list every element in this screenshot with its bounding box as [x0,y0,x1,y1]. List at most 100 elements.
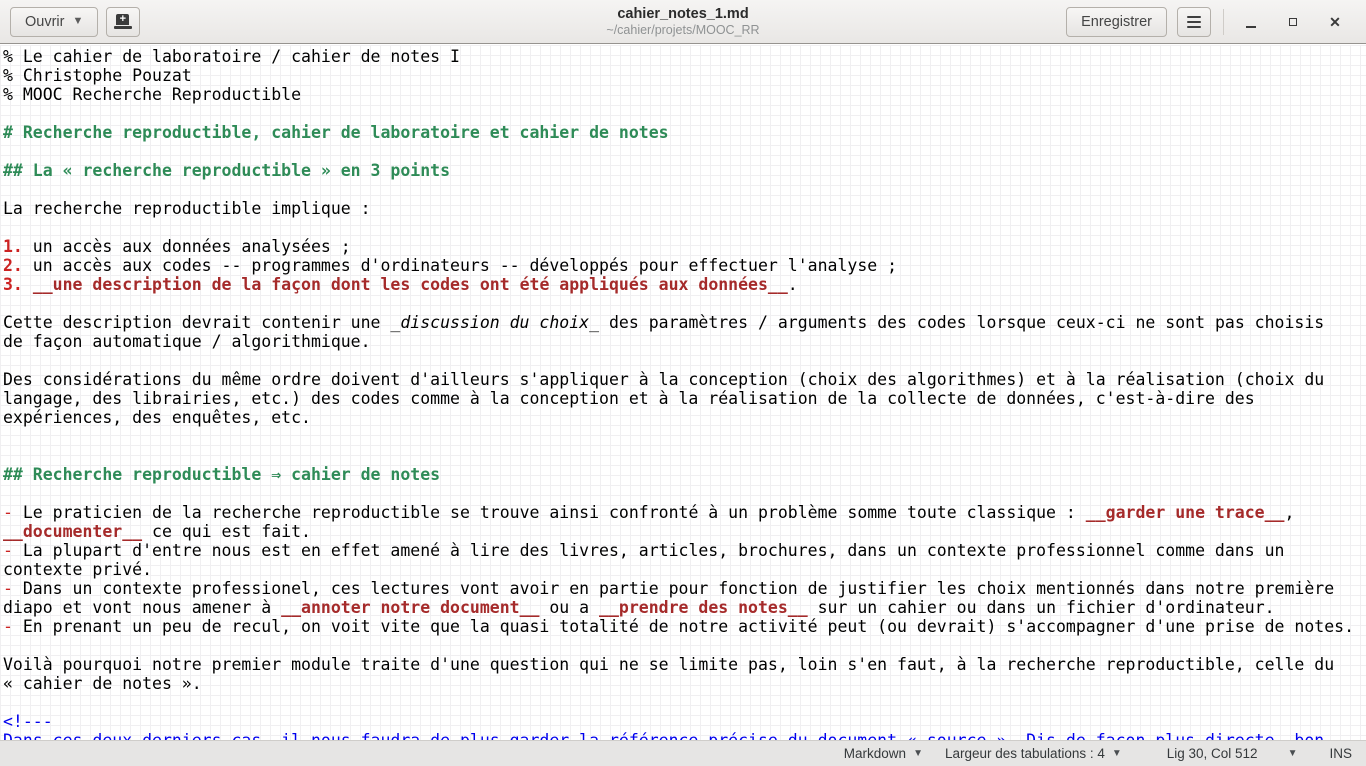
text-run[interactable]: _discussion du choix_ [390,313,599,332]
editor-line[interactable] [3,218,1366,237]
editor-line[interactable] [3,484,1366,503]
new-document-button[interactable]: + [106,7,140,37]
text-run[interactable]: Voilà pourquoi notre premier module trai… [3,655,1334,674]
text-run[interactable]: ou a [539,598,599,617]
editor-line[interactable]: Cette description devrait contenir une _… [3,313,1366,332]
editor-line[interactable]: # Recherche reproductible, cahier de lab… [3,123,1366,142]
editor-line[interactable] [3,294,1366,313]
editor-line[interactable] [3,636,1366,655]
editor-line[interactable] [3,142,1366,161]
menu-button[interactable] [1177,7,1211,37]
text-run[interactable]: - [3,541,13,560]
language-selector[interactable]: Markdown ▼ [844,746,923,761]
text-run[interactable]: La plupart d'entre nous est en effet ame… [13,541,1285,560]
text-run[interactable]: diapo et vont nous amener à [3,598,281,617]
chevron-down-icon: ▼ [1112,749,1122,759]
text-run[interactable]: 2. [3,256,23,275]
text-run[interactable]: Des considérations du même ordre doivent… [3,370,1324,389]
text-run[interactable]: La recherche reproductible implique : [3,199,371,218]
editor-line[interactable]: contexte privé. [3,560,1366,579]
text-run[interactable]: En prenant un peu de recul, on voit vite… [13,617,1354,636]
text-run[interactable]: __garder une trace__ [1086,503,1285,522]
editor-line[interactable]: 2. un accès aux codes -- programmes d'or… [3,256,1366,275]
text-run[interactable]: __une description de la façon dont les c… [33,275,788,294]
text-run[interactable]: un accès aux données analysées ; [23,237,351,256]
text-run[interactable]: langage, des librairies, etc.) des codes… [3,389,1255,408]
text-run[interactable]: « cahier de notes ». [3,674,202,693]
text-editor-area[interactable]: % Le cahier de laboratoire / cahier de n… [0,45,1366,740]
status-bar: Markdown ▼ Largeur des tabulations : 4 ▼… [0,740,1366,766]
editor-line[interactable] [3,446,1366,465]
editor-line[interactable]: ## Recherche reproductible ⇒ cahier de n… [3,465,1366,484]
editor-line[interactable] [3,351,1366,370]
tab-width-selector[interactable]: Largeur des tabulations : 4 ▼ [945,746,1122,761]
text-run[interactable]: % Le cahier de laboratoire / cahier de n… [3,47,460,66]
open-button[interactable]: Ouvrir ▼ [10,7,98,37]
text-run[interactable]: % Christophe Pouzat [3,66,192,85]
maximize-button[interactable] [1272,5,1314,39]
text-run[interactable]: <!--- [3,712,53,731]
text-run[interactable]: , [1284,503,1294,522]
text-run[interactable]: expériences, des enquêtes, etc. [3,408,311,427]
text-run[interactable]: contexte privé. [3,560,152,579]
text-run[interactable]: ## La « recherche reproductible » en 3 p… [3,161,450,180]
text-run[interactable]: Dans un contexte professionel, ces lectu… [13,579,1334,598]
editor-line[interactable]: % MOOC Recherche Reproductible [3,85,1366,104]
editor-line[interactable]: - Dans un contexte professionel, ces lec… [3,579,1366,598]
text-run[interactable]: sur un cahier ou dans un fichier d'ordin… [808,598,1275,617]
editor-line[interactable]: % Le cahier de laboratoire / cahier de n… [3,47,1366,66]
editor-line[interactable]: expériences, des enquêtes, etc. [3,408,1366,427]
text-run[interactable]: __documenter__ [3,522,142,541]
text-run[interactable]: de façon automatique / algorithmique. [3,332,371,351]
text-run[interactable]: des paramètres / arguments des codes lor… [599,313,1324,332]
text-run[interactable]: . [788,275,798,294]
text-run[interactable]: 1. [3,237,23,256]
gedit-window: Ouvrir ▼ + cahier_notes_1.md ~/cahier/pr… [0,0,1366,766]
editor-line[interactable]: Dans ces deux derniers cas, il nous faud… [3,731,1366,740]
editor-line[interactable]: 1. un accès aux données analysées ; [3,237,1366,256]
text-run[interactable]: Dans ces deux derniers cas, il nous faud… [3,731,1324,740]
text-run[interactable]: Cette description devrait contenir une [3,313,390,332]
editor-line[interactable]: de façon automatique / algorithmique. [3,332,1366,351]
editor-line[interactable]: « cahier de notes ». [3,674,1366,693]
editor-line[interactable]: __documenter__ ce qui est fait. [3,522,1366,541]
minimize-button[interactable] [1230,5,1272,39]
editor-line[interactable]: Des considérations du même ordre doivent… [3,370,1366,389]
text-run[interactable]: 3. [3,275,23,294]
text-run[interactable] [23,275,33,294]
header-right-group: Enregistrer ✕ [1066,5,1356,39]
text-run[interactable]: ## Recherche reproductible ⇒ cahier de n… [3,465,440,484]
text-run[interactable]: un accès aux codes -- programmes d'ordin… [23,256,897,275]
editor-line[interactable]: - Le praticien de la recherche reproduct… [3,503,1366,522]
editor-line[interactable] [3,180,1366,199]
editor-line[interactable]: - La plupart d'entre nous est en effet a… [3,541,1366,560]
editor-line[interactable]: diapo et vont nous amener à __annoter no… [3,598,1366,617]
save-button[interactable]: Enregistrer [1066,7,1167,37]
save-button-label: Enregistrer [1081,14,1152,30]
editor-line[interactable]: % Christophe Pouzat [3,66,1366,85]
cursor-position-label: Lig 30, Col 512 [1167,746,1258,761]
text-run[interactable]: ce qui est fait. [142,522,311,541]
editor-line[interactable] [3,104,1366,123]
editor-line[interactable] [3,427,1366,446]
editor-line[interactable]: Voilà pourquoi notre premier module trai… [3,655,1366,674]
text-run[interactable]: # Recherche reproductible, cahier de lab… [3,123,669,142]
editor-line[interactable] [3,693,1366,712]
text-run[interactable]: - [3,503,13,522]
text-run[interactable]: % MOOC Recherche Reproductible [3,85,301,104]
text-run[interactable]: - [3,617,13,636]
text-run[interactable]: __prendre des notes__ [599,598,808,617]
chevron-down-icon: ▼ [913,749,923,759]
editor-line[interactable]: La recherche reproductible implique : [3,199,1366,218]
editor-line[interactable]: 3. __une description de la façon dont le… [3,275,1366,294]
chevron-down-icon: ▼ [1288,749,1298,759]
text-run[interactable]: __annoter notre document__ [281,598,539,617]
editor-line[interactable]: ## La « recherche reproductible » en 3 p… [3,161,1366,180]
editor-line[interactable]: <!--- [3,712,1366,731]
text-run[interactable]: Le praticien de la recherche reproductib… [13,503,1086,522]
text-run[interactable]: - [3,579,13,598]
editor-line[interactable]: langage, des librairies, etc.) des codes… [3,389,1366,408]
goto-line-dropdown[interactable]: ▼ [1288,749,1298,759]
close-button[interactable]: ✕ [1314,5,1356,39]
editor-line[interactable]: - En prenant un peu de recul, on voit vi… [3,617,1366,636]
